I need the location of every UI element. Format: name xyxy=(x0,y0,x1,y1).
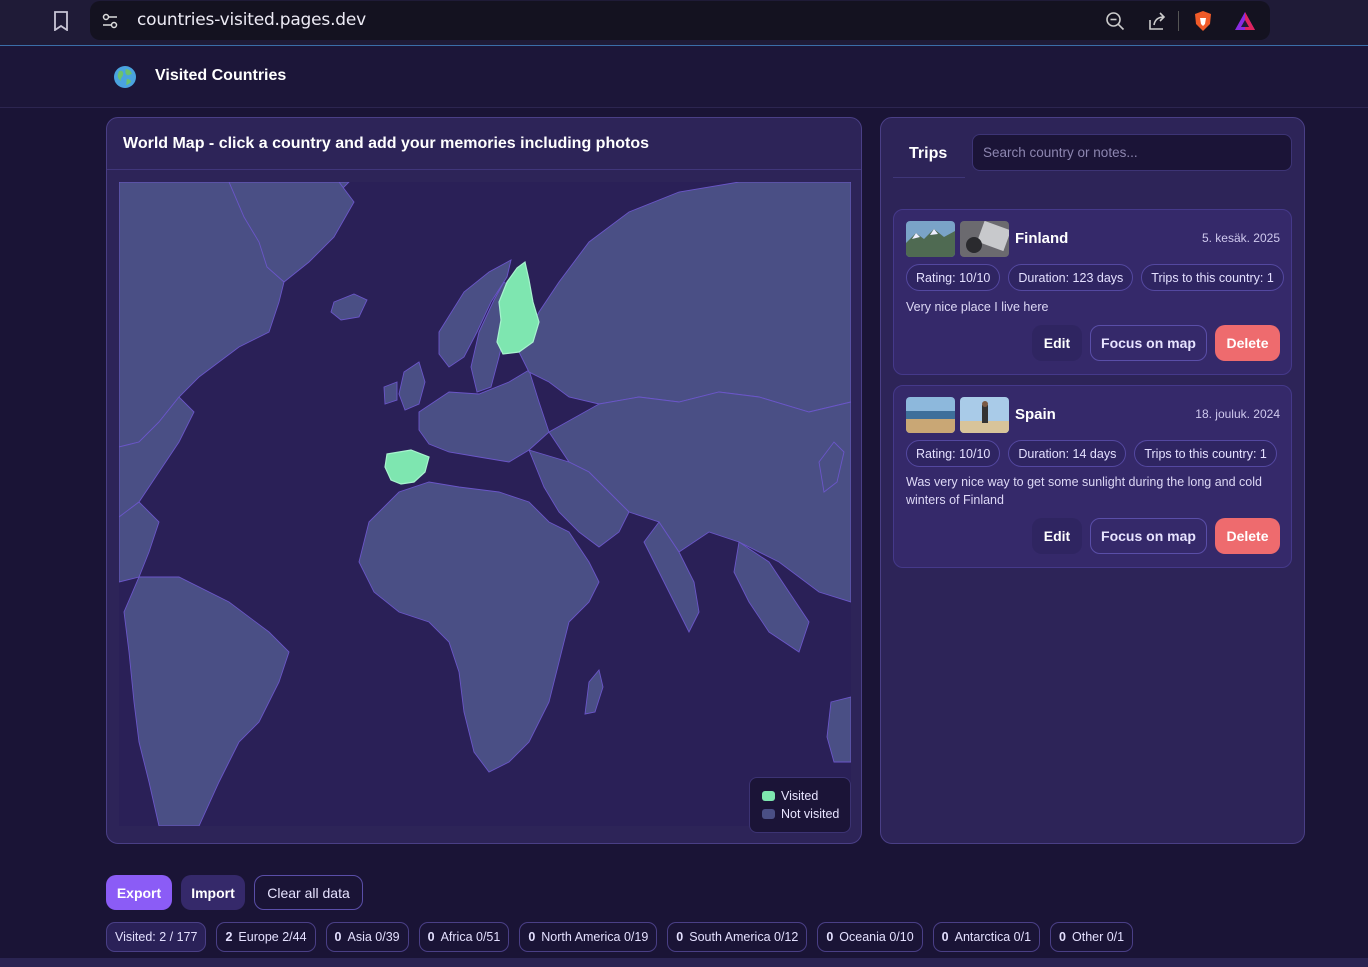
country-south-america[interactable] xyxy=(123,576,290,827)
country-ireland[interactable] xyxy=(383,381,398,405)
stat-antarctica: 0 Antarctica 0/1 xyxy=(932,922,1041,952)
export-button[interactable]: Export xyxy=(106,875,172,910)
trip-photo[interactable] xyxy=(960,397,1009,433)
stat-asia: 0 Asia 0/39 xyxy=(325,922,409,952)
trip-date: 18. jouluk. 2024 xyxy=(1195,407,1280,421)
address-bar[interactable]: countries-visited.pages.dev xyxy=(90,1,1270,40)
stat-oceania: 0 Oceania 0/10 xyxy=(817,922,923,952)
stat-label: Europe 2/44 xyxy=(238,930,307,944)
site-settings-icon[interactable] xyxy=(100,11,120,31)
visited-swatch xyxy=(762,791,775,801)
map-legend: Visited Not visited xyxy=(749,777,851,833)
app-title: Visited Countries xyxy=(155,67,287,84)
search-input[interactable] xyxy=(972,134,1292,171)
trip-note: Was very nice way to get some sunlight d… xyxy=(906,475,1262,507)
import-button[interactable]: Import xyxy=(181,875,245,910)
stat-other: 0 Other 0/1 xyxy=(1050,922,1134,952)
country-australia[interactable] xyxy=(826,696,852,763)
zoom-out-icon[interactable] xyxy=(1104,10,1126,32)
toolbar-divider xyxy=(1178,11,1179,31)
trip-note: Very nice place I live here xyxy=(906,300,1049,314)
legend-visited: Visited xyxy=(781,789,819,803)
trip-photo[interactable] xyxy=(906,397,955,433)
stat-label: Visited: 2 / 177 xyxy=(115,930,198,944)
focus-on-map-button[interactable]: Focus on map xyxy=(1090,518,1207,554)
stat-label: Antarctica 0/1 xyxy=(954,930,1032,944)
trip-photo[interactable] xyxy=(906,221,955,257)
country-central-america[interactable] xyxy=(118,501,160,583)
trip-photo[interactable] xyxy=(960,221,1009,257)
stat-europe: 2 Europe 2/44 xyxy=(216,922,316,952)
trips-count-badge: Trips to this country: 1 xyxy=(1141,264,1284,291)
stat-count: 0 xyxy=(676,930,684,944)
stat-label: Oceania 0/10 xyxy=(839,930,914,944)
edit-button[interactable]: Edit xyxy=(1032,518,1082,554)
globe-icon xyxy=(113,65,137,89)
app-header: Visited Countries xyxy=(0,46,1368,108)
stat-count: 0 xyxy=(334,930,342,944)
stat-label: North America 0/19 xyxy=(541,930,649,944)
world-map[interactable] xyxy=(118,181,852,827)
trip-card-finland: Finland 5. kesäk. 2025 Rating: 10/10 Dur… xyxy=(893,209,1292,375)
duration-badge: Duration: 14 days xyxy=(1008,440,1127,467)
stat-count: 0 xyxy=(528,930,536,944)
brave-rewards-icon[interactable] xyxy=(1234,10,1256,32)
stats-bar: Visited: 2 / 177 2 Europe 2/44 0 Asia 0/39… xyxy=(106,922,1134,952)
trip-country: Finland xyxy=(1015,230,1069,247)
data-toolbar: Export Import Clear all data xyxy=(106,875,363,910)
stat-count: 0 xyxy=(941,930,949,944)
rating-badge: Rating: 10/10 xyxy=(906,440,1001,467)
share-icon[interactable] xyxy=(1146,10,1168,32)
country-iceland[interactable] xyxy=(330,293,368,321)
browser-toolbar: countries-visited.pages.dev xyxy=(0,0,1368,46)
trip-date: 5. kesäk. 2025 xyxy=(1201,231,1280,245)
country-madagascar[interactable] xyxy=(584,669,604,715)
stat-label: Other 0/1 xyxy=(1072,930,1125,944)
stat-count: 0 xyxy=(1059,930,1066,944)
bottom-bar xyxy=(0,958,1368,967)
brave-shield-icon[interactable] xyxy=(1192,10,1214,32)
country-uk[interactable] xyxy=(398,361,426,411)
stat-count: 2 xyxy=(225,930,233,944)
visited-total-badge: Visited: 2 / 177 xyxy=(106,922,207,952)
bookmark-icon[interactable] xyxy=(50,9,72,33)
trips-panel: Trips Finland 5. kesäk. 2025 Rating: 10/… xyxy=(880,117,1305,844)
country-africa[interactable] xyxy=(358,481,600,773)
stat-label: South America 0/12 xyxy=(689,930,799,944)
duration-badge: Duration: 123 days xyxy=(1008,264,1134,291)
url-text[interactable]: countries-visited.pages.dev xyxy=(137,10,366,30)
map-panel: World Map - click a country and add your… xyxy=(106,117,862,844)
legend-not-visited: Not visited xyxy=(781,807,840,821)
clear-data-button[interactable]: Clear all data xyxy=(254,875,363,910)
country-russia[interactable] xyxy=(518,181,852,413)
trip-country: Spain xyxy=(1015,406,1056,423)
not-visited-swatch xyxy=(762,809,775,819)
country-spain[interactable] xyxy=(384,449,430,485)
delete-button[interactable]: Delete xyxy=(1215,518,1280,554)
stat-label: Africa 0/51 xyxy=(440,930,501,944)
trip-card-spain: Spain 18. jouluk. 2024 Rating: 10/10 Dur… xyxy=(893,385,1292,568)
delete-button[interactable]: Delete xyxy=(1215,325,1280,361)
stat-count: 0 xyxy=(826,930,834,944)
stat-label: Asia 0/39 xyxy=(347,930,400,944)
stat-count: 0 xyxy=(427,930,435,944)
focus-on-map-button[interactable]: Focus on map xyxy=(1090,325,1207,361)
stat-africa: 0 Africa 0/51 xyxy=(418,922,510,952)
tab-trips[interactable]: Trips xyxy=(893,134,965,178)
edit-button[interactable]: Edit xyxy=(1032,325,1082,361)
stat-south-america: 0 South America 0/12 xyxy=(667,922,808,952)
map-heading: World Map - click a country and add your… xyxy=(107,118,861,170)
stat-north-america: 0 North America 0/19 xyxy=(519,922,658,952)
trips-count-badge: Trips to this country: 1 xyxy=(1134,440,1277,467)
rating-badge: Rating: 10/10 xyxy=(906,264,1001,291)
